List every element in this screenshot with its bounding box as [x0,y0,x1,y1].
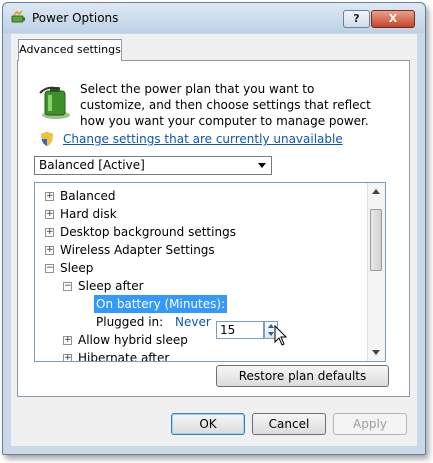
scrollbar-thumb[interactable] [370,209,382,271]
chevron-down-icon[interactable] [258,163,266,168]
collapse-icon[interactable]: − [63,282,72,291]
scroll-down-icon[interactable] [372,350,380,355]
plugged-in-label: Plugged in: [96,315,164,329]
tree-item-label: Balanced [60,189,116,203]
tree-item-label: Desktop background settings [60,225,236,239]
expand-icon[interactable]: + [45,228,54,237]
battery-icon [39,86,70,119]
tab-advanced-settings[interactable]: Advanced settings [18,39,122,61]
expand-icon[interactable]: + [63,336,72,345]
change-settings-link[interactable]: Change settings that are currently unava… [63,132,343,146]
expand-icon[interactable]: + [45,210,54,219]
tree-item-balanced[interactable]: + Balanced [35,187,365,205]
tree-item-label: Hard disk [60,207,117,221]
settings-tree[interactable]: + Balanced + Hard disk + Desktop backgro… [34,182,386,362]
tree-item-on-battery[interactable]: On battery (Minutes): [35,295,365,313]
tree-item-sleep-after[interactable]: − Sleep after [35,277,365,295]
advanced-settings-panel: Select the power plan that you want to c… [17,60,410,397]
tree-item-hibernate-after[interactable]: + Hibernate after [35,349,365,362]
tree-scrollbar[interactable] [367,183,385,361]
tree-item-label: Sleep [60,261,94,275]
expand-icon[interactable]: + [63,354,72,361]
cancel-button[interactable]: Cancel [252,413,326,435]
apply-button[interactable]: Apply [333,413,407,435]
help-button[interactable]: ? [343,10,370,28]
dialog-client-area: Advanced settings Select the power plan … [11,34,417,446]
tree-item-label: Sleep after [78,279,144,293]
power-plan-select[interactable]: Balanced [Active] [34,156,272,175]
tree-item-plugged-in[interactable]: Plugged in: Never [35,313,365,331]
close-button[interactable]: X [371,10,415,28]
tree-item-wireless-adapter[interactable]: + Wireless Adapter Settings [35,241,365,259]
app-power-icon [11,11,25,23]
intro-text: Select the power plan that you want to c… [80,82,371,128]
power-options-window: Power Options ? X Advanced settings Sele… [2,2,426,455]
expand-icon[interactable]: + [45,192,54,201]
restore-plan-defaults-button[interactable]: Restore plan defaults [216,365,389,387]
shield-icon [41,132,53,146]
tree-item-hard-disk[interactable]: + Hard disk [35,205,365,223]
tree-item-label: Allow hybrid sleep [78,333,188,347]
expand-icon[interactable]: + [45,246,54,255]
ok-button[interactable]: OK [171,413,245,435]
power-plan-value: Balanced [Active] [39,158,145,172]
scroll-up-icon[interactable] [372,189,380,194]
plugged-in-value-link[interactable]: Never [175,313,211,331]
title-bar[interactable]: Power Options ? X [3,3,425,33]
tree-item-hybrid-sleep[interactable]: + Allow hybrid sleep [35,331,365,349]
on-battery-label: On battery (Minutes): [94,295,228,313]
cursor-icon [274,325,288,346]
tree-item-sleep[interactable]: − Sleep [35,259,365,277]
tree-item-label: Wireless Adapter Settings [60,243,215,257]
tree-item-label: Hibernate after [78,351,170,362]
on-battery-minutes-input[interactable]: 15 [216,321,264,339]
window-title: Power Options [32,11,119,25]
tree-item-desktop-background[interactable]: + Desktop background settings [35,223,365,241]
collapse-icon[interactable]: − [45,264,54,273]
